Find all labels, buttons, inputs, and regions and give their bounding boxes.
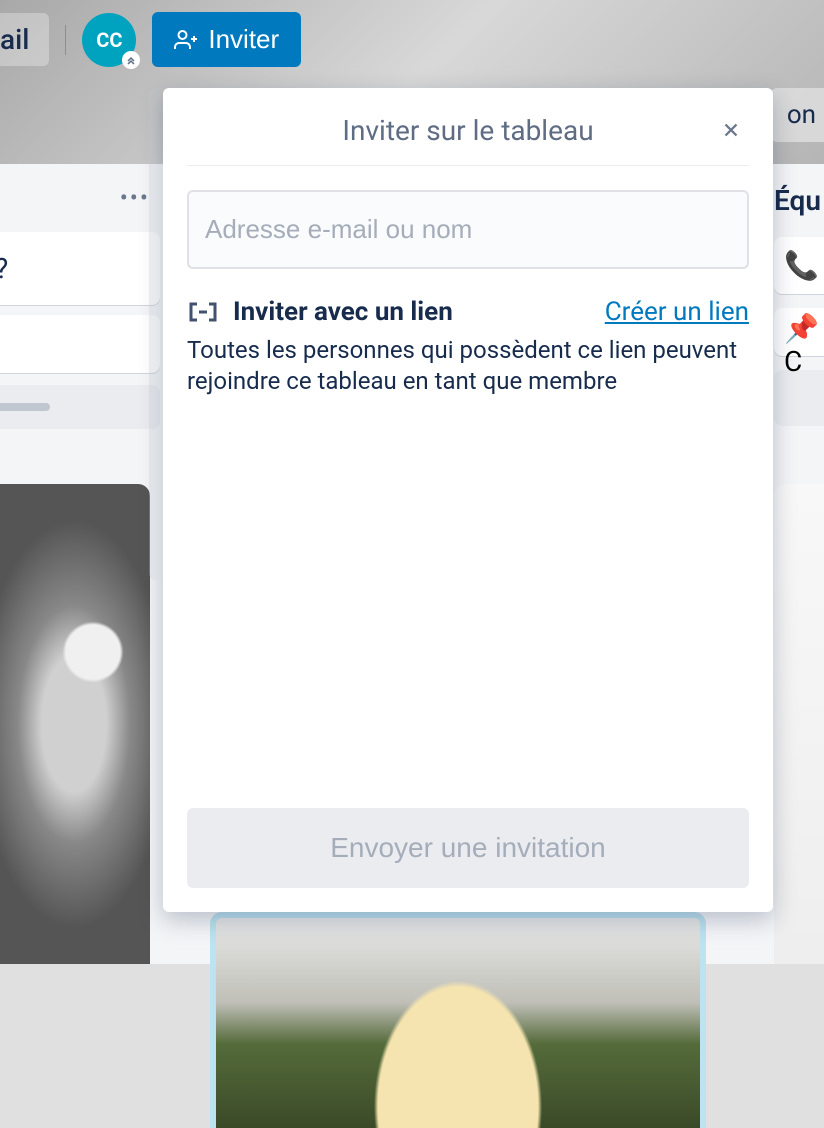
list-column-right-partial: Équ 📞 📌C bbox=[774, 164, 824, 426]
invite-link-label-group: Inviter avec un lien bbox=[187, 297, 453, 327]
invite-modal: Inviter sur le tableau Inviter avec un l… bbox=[163, 88, 773, 912]
card-item[interactable]: 📞 bbox=[774, 237, 824, 294]
header-right-button-partial[interactable]: on bbox=[771, 88, 824, 142]
modal-spacer bbox=[187, 417, 749, 808]
list-column-left-partial: ••• ? bbox=[0, 164, 160, 429]
avatar-initials: CC bbox=[96, 28, 122, 52]
header-bar: ail CC Inviter bbox=[0, 12, 301, 67]
invite-link-title: Inviter avec un lien bbox=[233, 297, 453, 327]
pin-icon: 📌 bbox=[784, 312, 819, 345]
modal-title: Inviter sur le tableau bbox=[342, 114, 593, 147]
send-invitation-button[interactable]: Envoyer une invitation bbox=[187, 808, 749, 888]
list-title-partial[interactable]: Équ bbox=[774, 164, 824, 237]
card-cover-image-left[interactable] bbox=[0, 484, 150, 964]
invite-button[interactable]: Inviter bbox=[152, 12, 301, 67]
board-title-partial[interactable]: ail bbox=[0, 13, 49, 66]
avatar-badge bbox=[122, 51, 140, 69]
card-cover-image-center[interactable] bbox=[210, 912, 706, 1128]
scroll-shadow bbox=[149, 88, 163, 580]
card-text-partial: C bbox=[784, 345, 802, 378]
member-avatar[interactable]: CC bbox=[82, 13, 136, 67]
invite-link-row: Inviter avec un lien Créer un lien bbox=[187, 297, 749, 327]
placeholder-stripe bbox=[0, 403, 50, 411]
card-text-partial: ? bbox=[0, 252, 8, 285]
list-menu[interactable]: ••• bbox=[0, 164, 160, 232]
card-item[interactable]: 📌C bbox=[774, 308, 824, 356]
close-icon bbox=[720, 119, 742, 141]
person-add-icon bbox=[174, 28, 198, 52]
invite-button-label: Inviter bbox=[208, 24, 279, 55]
link-bracket-icon bbox=[187, 300, 219, 324]
phone-icon: 📞 bbox=[784, 249, 819, 282]
card-cover-image-right[interactable] bbox=[774, 484, 824, 964]
header-divider bbox=[65, 25, 66, 55]
close-button[interactable] bbox=[713, 112, 749, 148]
card-item[interactable] bbox=[0, 315, 160, 373]
more-horizontal-icon: ••• bbox=[120, 184, 150, 212]
card-item[interactable]: ? bbox=[0, 232, 160, 305]
create-link-button[interactable]: Créer un lien bbox=[605, 297, 749, 327]
email-or-name-input[interactable] bbox=[187, 190, 749, 269]
add-card-button[interactable] bbox=[774, 370, 824, 426]
modal-header: Inviter sur le tableau bbox=[187, 104, 749, 166]
invite-link-description: Toutes les personnes qui possèdent ce li… bbox=[187, 335, 749, 397]
add-card-button[interactable] bbox=[0, 385, 160, 429]
